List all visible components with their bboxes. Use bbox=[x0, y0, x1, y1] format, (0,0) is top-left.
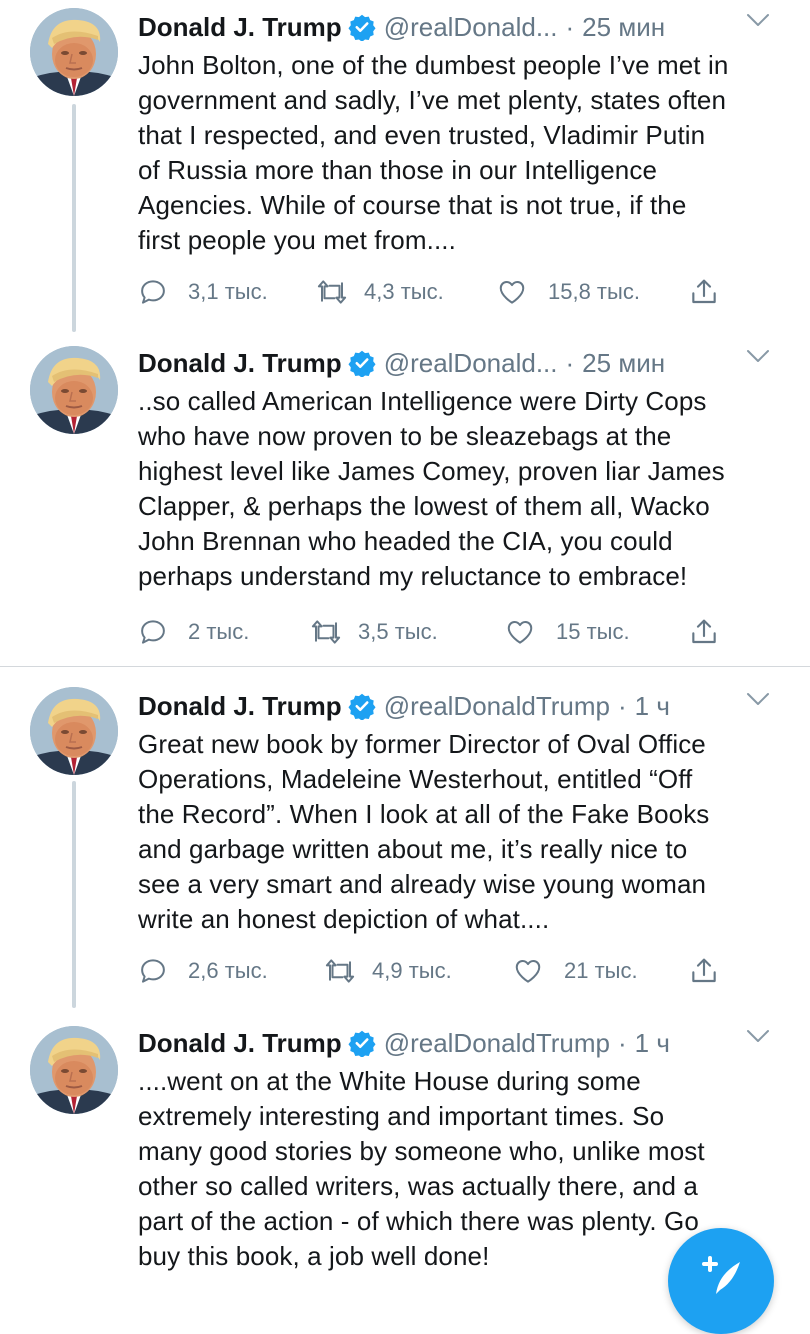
reply-icon bbox=[141, 959, 165, 983]
tweet-header: Donald J. Trump @realDonaldTrump · 1 ч bbox=[138, 689, 788, 723]
tweet-actions: 3,1 тыс. 4,3 тыс. 15,8 тыс. bbox=[138, 274, 788, 310]
author-handle[interactable]: @realDonald... bbox=[384, 12, 558, 42]
retweet-icon bbox=[325, 959, 355, 983]
avatar[interactable] bbox=[30, 1026, 118, 1114]
tweet[interactable]: Donald J. Trump @realDonald... · 25 мин ..s… bbox=[0, 336, 810, 666]
like-button[interactable]: 21 тыс. bbox=[512, 953, 638, 989]
verified-badge-icon bbox=[348, 350, 376, 377]
author-handle[interactable]: @realDonald... bbox=[384, 348, 558, 378]
chevron-down-icon[interactable] bbox=[746, 348, 770, 364]
retweet-count: 4,9 тыс. bbox=[372, 958, 452, 983]
separator: · bbox=[565, 12, 575, 42]
share-icon bbox=[692, 279, 716, 304]
chevron-down-icon[interactable] bbox=[746, 1028, 770, 1044]
separator: · bbox=[617, 1028, 627, 1058]
compose-tweet-button[interactable] bbox=[668, 1228, 774, 1334]
reply-count: 2 тыс. bbox=[188, 619, 250, 644]
like-count: 15 тыс. bbox=[556, 619, 630, 644]
reply-button[interactable]: 3,1 тыс. bbox=[138, 274, 268, 310]
avatar[interactable] bbox=[30, 8, 118, 96]
tweet-header: Donald J. Trump @realDonald... · 25 мин bbox=[138, 346, 788, 380]
retweet-count: 4,3 тыс. bbox=[364, 279, 444, 304]
author-name[interactable]: Donald J. Trump bbox=[138, 348, 342, 378]
retweet-button[interactable]: 4,3 тыс. bbox=[314, 274, 444, 310]
retweet-button[interactable]: 4,9 тыс. bbox=[322, 953, 452, 989]
author-name[interactable]: Donald J. Trump bbox=[138, 1028, 342, 1058]
avatar[interactable] bbox=[30, 687, 118, 775]
tweet-header: Donald J. Trump @realDonald... · 25 мин bbox=[138, 10, 788, 44]
tweet-actions: 2 тыс. 3,5 тыс. 15 тыс. bbox=[138, 614, 788, 650]
avatar[interactable] bbox=[30, 346, 118, 434]
retweet-count: 3,5 тыс. bbox=[358, 619, 438, 644]
verified-badge-icon bbox=[348, 693, 376, 720]
tweet-time[interactable]: 1 ч bbox=[635, 1028, 670, 1058]
thread-connector bbox=[72, 104, 76, 332]
tweet-time[interactable]: 25 мин bbox=[582, 12, 665, 42]
author-handle[interactable]: @realDonaldTrump bbox=[384, 691, 610, 721]
share-icon bbox=[692, 958, 716, 983]
like-count: 15,8 тыс. bbox=[548, 279, 640, 304]
tweet-time[interactable]: 1 ч bbox=[635, 691, 670, 721]
tweet-text: Great new book by former Director of Ova… bbox=[138, 729, 710, 934]
author-name[interactable]: Donald J. Trump bbox=[138, 12, 342, 42]
share-button[interactable] bbox=[688, 274, 720, 310]
retweet-icon bbox=[317, 280, 347, 304]
tweet-header: Donald J. Trump @realDonaldTrump · 1 ч bbox=[138, 1026, 788, 1060]
reply-button[interactable]: 2,6 тыс. bbox=[138, 953, 268, 989]
timeline: Donald J. Trump @realDonald... · 25 мин Joh… bbox=[0, 0, 810, 1334]
reply-button[interactable]: 2 тыс. bbox=[138, 614, 249, 650]
like-count: 21 тыс. bbox=[564, 958, 638, 983]
author-handle[interactable]: @realDonaldTrump bbox=[384, 1028, 610, 1058]
chevron-down-icon[interactable] bbox=[746, 12, 770, 28]
tweet-actions: 2,6 тыс. 4,9 тыс. 21 тыс. bbox=[138, 953, 788, 989]
verified-badge-icon bbox=[348, 1030, 376, 1057]
chevron-down-icon[interactable] bbox=[746, 691, 770, 707]
tweet-time[interactable]: 25 мин bbox=[582, 348, 665, 378]
share-icon bbox=[692, 619, 716, 644]
like-button[interactable]: 15 тыс. bbox=[504, 614, 630, 650]
retweet-icon bbox=[311, 620, 341, 644]
author-name[interactable]: Donald J. Trump bbox=[138, 691, 342, 721]
separator: · bbox=[617, 691, 627, 721]
compose-tweet-icon bbox=[702, 1256, 740, 1294]
share-button[interactable] bbox=[688, 953, 720, 989]
separator: · bbox=[565, 348, 575, 378]
tweet[interactable]: Donald J. Trump @realDonald... · 25 мин Joh… bbox=[0, 0, 810, 336]
tweet-text: ..so called American Intelligence were D… bbox=[138, 386, 725, 591]
verified-badge-icon bbox=[348, 14, 376, 41]
reply-icon bbox=[141, 280, 165, 304]
heart-icon bbox=[499, 281, 525, 304]
tweet[interactable]: Donald J. Trump @realDonaldTrump · 1 ч Grea… bbox=[0, 667, 810, 1008]
heart-icon bbox=[507, 621, 533, 644]
share-button[interactable] bbox=[688, 614, 720, 650]
reply-count: 3,1 тыс. bbox=[188, 279, 268, 304]
reply-count: 2,6 тыс. bbox=[188, 958, 268, 983]
retweet-button[interactable]: 3,5 тыс. bbox=[308, 614, 438, 650]
reply-icon bbox=[141, 620, 165, 644]
thread-connector bbox=[72, 781, 76, 1008]
like-button[interactable]: 15,8 тыс. bbox=[496, 274, 640, 310]
tweet-text: John Bolton, one of the dumbest people I… bbox=[138, 50, 729, 255]
heart-icon bbox=[515, 960, 541, 983]
